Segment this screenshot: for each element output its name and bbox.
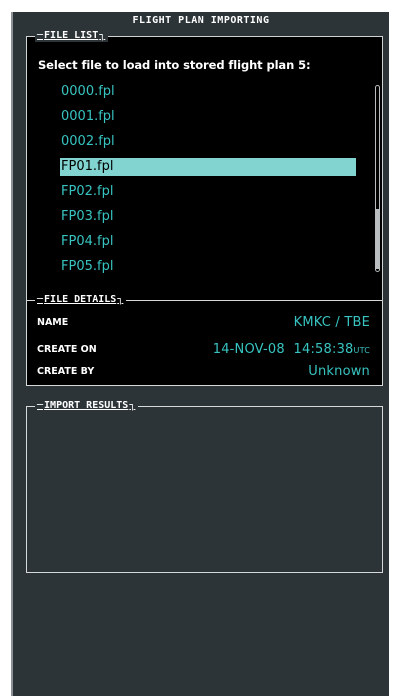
file-item-0000[interactable]: 0000.fpl [60,83,356,101]
file-list: 0000.fpl 0001.fpl 0002.fpl FP01.fpl FP02… [60,83,356,283]
created-on-value: 14-NOV-08 14:58:38UTC [213,340,370,361]
created-by-value: Unknown [308,364,370,379]
file-details-panel: FILE DETAILS NAME KMKC / TBE CREATE ON 1… [26,294,383,386]
name-label: NAME [37,317,69,328]
created-on-label: CREATE ON [37,344,97,355]
file-list-prompt: Select file to load into stored flight p… [38,58,311,72]
created-by-label: CREATE BY [37,366,95,377]
scrollbar-thumb[interactable] [376,209,379,269]
file-list-legend: FILE LIST [35,30,109,42]
file-item-fp05[interactable]: FP05.fpl [60,258,356,276]
created-on-timezone: UTC [353,346,370,355]
created-on-time: 14:58:38 [293,342,354,357]
file-item-fp03[interactable]: FP03.fpl [60,208,356,226]
file-item-0002[interactable]: 0002.fpl [60,133,356,151]
file-item-fp04[interactable]: FP04.fpl [60,233,356,251]
import-results-legend: IMPORT RESULTS [35,400,139,412]
file-item-0001[interactable]: 0001.fpl [60,108,356,126]
file-item-fp02[interactable]: FP02.fpl [60,183,356,201]
detail-row-created-by: CREATE BY Unknown [27,362,382,382]
detail-row-created-on: CREATE ON 14-NOV-08 14:58:38UTC [27,340,382,360]
file-details-legend: FILE DETAILS [35,294,127,306]
file-list-panel: FILE LIST Select file to load into store… [26,30,383,302]
file-list-scrollbar[interactable] [375,85,380,272]
detail-row-name: NAME KMKC / TBE [27,313,382,333]
name-value: KMKC / TBE [293,315,370,330]
import-results-panel: IMPORT RESULTS [26,400,383,573]
window-title: FLIGHT PLAN IMPORTING [132,15,270,26]
file-item-fp01-selected[interactable]: FP01.fpl [60,158,356,176]
created-on-date: 14-NOV-08 [212,342,285,357]
